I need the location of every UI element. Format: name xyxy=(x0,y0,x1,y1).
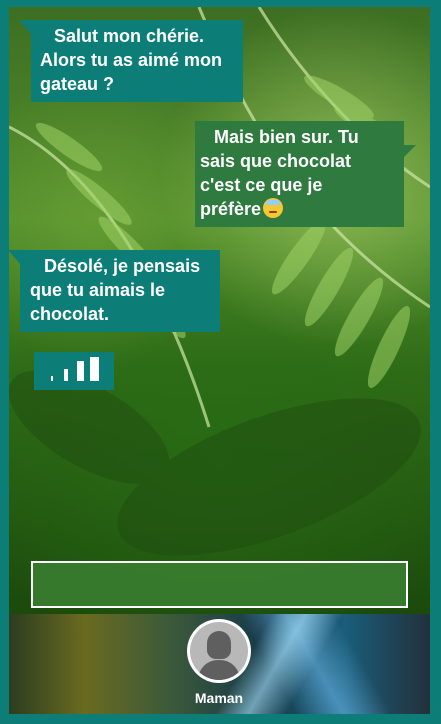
contact-bar: Maman xyxy=(9,614,430,714)
message-input-box[interactable] xyxy=(31,561,408,608)
person-avatar-icon xyxy=(190,622,248,680)
typing-bars-icon xyxy=(51,376,53,381)
typing-bars-icon xyxy=(64,369,68,381)
avatar-head xyxy=(207,631,231,659)
bubble-tail xyxy=(9,250,20,264)
message-line: Mais bien sur. Tu xyxy=(214,127,359,147)
message-line: que tu aimais le xyxy=(30,280,166,300)
message-line: chocolat. xyxy=(30,304,110,324)
message-line: Désolé, je pensais xyxy=(44,256,201,276)
bubble-tail xyxy=(19,20,31,34)
message-line: sais que chocolat xyxy=(200,151,352,171)
message-input[interactable] xyxy=(33,563,406,606)
message-line: gateau ? xyxy=(40,74,115,94)
message-line: c'est ce que je xyxy=(200,175,323,195)
message-bubble-incoming[interactable]: Désolé, je pensais que tu aimais le choc… xyxy=(9,250,220,332)
sweat-face-emoji-icon xyxy=(263,198,284,218)
contact-avatar[interactable] xyxy=(187,619,251,683)
message-bubble-incoming[interactable]: Salut mon chérie. Alors tu as aimé mon g… xyxy=(19,20,243,102)
typing-bars-icon xyxy=(90,357,99,381)
typing-bars-icon xyxy=(77,361,84,381)
typing-indicator xyxy=(34,352,114,390)
chat-background: Salut mon chérie. Alors tu as aimé mon g… xyxy=(9,7,430,614)
contact-name[interactable]: Maman xyxy=(159,690,279,706)
avatar-body xyxy=(198,660,240,680)
message-line: Alors tu as aimé mon xyxy=(40,50,223,70)
message-line: Salut mon chérie. xyxy=(54,26,205,46)
message-line: préfère xyxy=(200,197,394,221)
bubble-tail xyxy=(404,145,416,157)
message-bubble-outgoing[interactable]: Mais bien sur. Tu sais que chocolat c'es… xyxy=(195,121,416,227)
